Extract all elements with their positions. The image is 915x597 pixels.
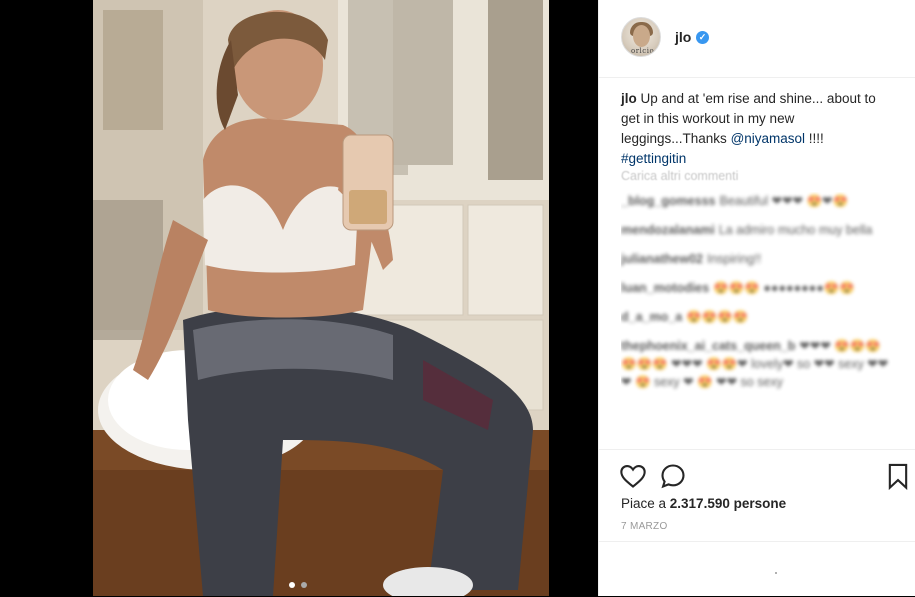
caption-username[interactable]: jlo xyxy=(621,91,637,106)
post-actions xyxy=(599,449,915,498)
comment-item: luan_motodies 😍😍😍 ●●●●●●●●😍😍 xyxy=(621,279,891,297)
right-backdrop xyxy=(549,0,598,596)
comment-icon[interactable] xyxy=(659,462,687,490)
bookmark-icon[interactable] xyxy=(884,462,912,490)
comment-username[interactable]: luan_motodies xyxy=(621,281,709,295)
carousel-dot xyxy=(301,582,308,588)
username-link[interactable]: jlo xyxy=(675,29,691,45)
comment-text: 😍😍😍 ●●●●●●●●😍😍 xyxy=(713,281,855,295)
avatar-text: orlcio xyxy=(631,47,655,55)
comment-item: thephoenix_ai_cats_queen_b ❤❤❤ 😍😍😍😍😍😍 ❤❤❤… xyxy=(621,337,891,391)
comment-text: Beautiful ❤❤❤ 😍❤😍 xyxy=(719,194,849,208)
carousel-indicator xyxy=(288,575,308,593)
likes-count[interactable]: Piace a 2.317.590 persone xyxy=(621,496,786,511)
comment-item: mendozalanami La admiro mucho muy bella xyxy=(621,221,891,239)
left-backdrop xyxy=(0,0,93,596)
comment-username[interactable]: mendozalanami xyxy=(621,223,715,237)
likes-suffix: persone xyxy=(729,496,787,511)
comment-username[interactable]: thephoenix_ai_cats_queen_b xyxy=(621,339,795,353)
likes-prefix: Piace a xyxy=(621,496,670,511)
comment-bar-dot xyxy=(775,572,777,574)
photo-illustration xyxy=(93,0,549,596)
comment-text: 😍😍😍😍 xyxy=(686,310,749,324)
comment-item: julianathew02 Inspiring!! xyxy=(621,250,891,268)
caption-mention-link[interactable]: @niyamasol xyxy=(731,131,805,146)
comments-list: _blog_gomesss Beautiful ❤❤❤ 😍❤😍 mendozala… xyxy=(621,192,891,442)
avatar[interactable]: orlcio xyxy=(621,17,661,57)
avatar-face xyxy=(633,25,650,47)
load-more-comments[interactable]: Carica altri commenti xyxy=(621,169,738,183)
comment-username[interactable]: d_a_mo_a xyxy=(621,310,682,324)
comment-text: La admiro mucho muy bella xyxy=(718,223,873,237)
verified-check-icon: ✓ xyxy=(696,31,709,44)
comment-username[interactable]: _blog_gomesss xyxy=(621,194,715,208)
comment-item: _blog_gomesss Beautiful ❤❤❤ 😍❤😍 xyxy=(621,192,891,210)
heart-icon[interactable] xyxy=(619,462,647,490)
comment-username[interactable]: julianathew02 xyxy=(621,252,703,266)
likes-number: 2.317.590 xyxy=(669,496,730,511)
add-comment-bar xyxy=(599,541,915,597)
post-details-panel: orlcio jlo ✓ jlo Up and at 'em rise and … xyxy=(598,0,915,596)
post-date: 7 MARZO xyxy=(621,521,668,532)
post-caption: jlo Up and at 'em rise and shine... abou… xyxy=(621,89,891,169)
caption-hashtag-link[interactable]: #gettingitin xyxy=(621,151,686,166)
post-header: orlcio jlo ✓ xyxy=(599,0,915,78)
comment-item: d_a_mo_a 😍😍😍😍 xyxy=(621,308,891,326)
comment-input[interactable] xyxy=(619,556,883,584)
comment-text: Inspiring!! xyxy=(706,252,762,266)
carousel-dot-active xyxy=(289,582,295,588)
caption-suffix: !!!! xyxy=(805,131,824,146)
post-photo[interactable] xyxy=(93,0,549,596)
